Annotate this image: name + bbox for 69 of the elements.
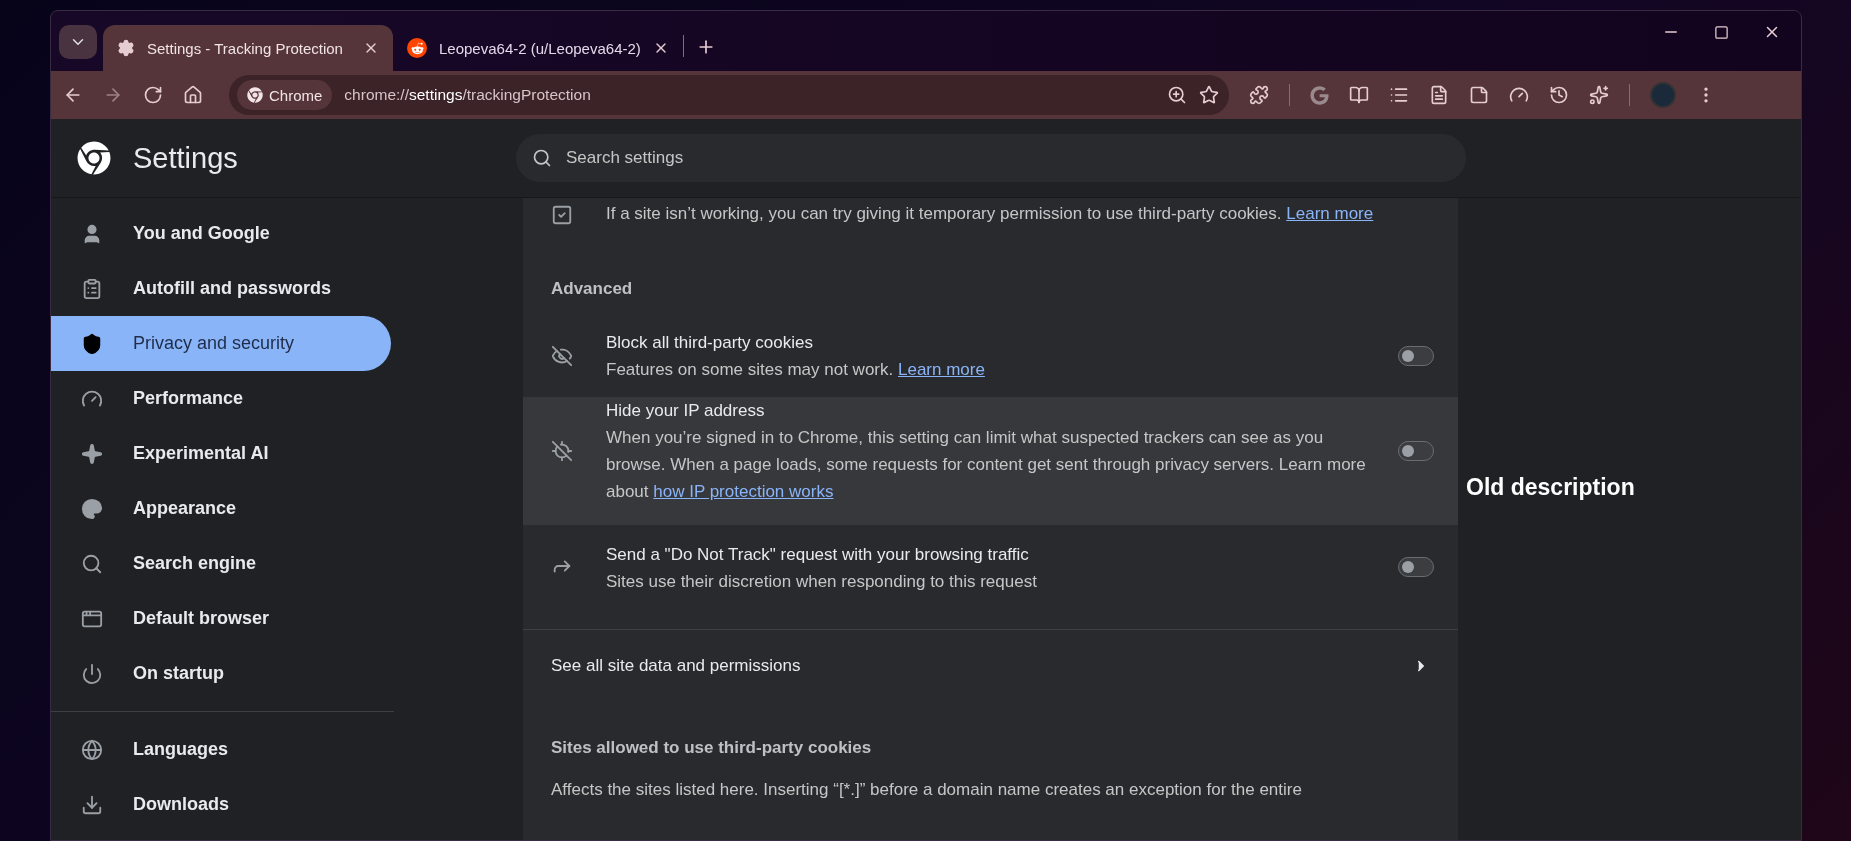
sidebar-item[interactable]: Privacy and security [51,316,391,371]
section-title: Advanced [550,278,634,300]
sidebar-item[interactable]: On startup [51,646,391,701]
reload-icon[interactable] [143,85,163,105]
sidebar-item[interactable]: Performance [51,371,391,426]
globe-icon [81,738,103,761]
sparkles-icon[interactable] [1589,85,1609,105]
see-all-row[interactable]: See all site data and permissions [523,630,1458,702]
sidebar-item[interactable]: Languages [51,722,391,777]
toggle-switch[interactable] [1398,441,1434,461]
gauge-icon[interactable] [1509,85,1529,105]
section-description: Affects the sites listed here. Inserting “[*.]” before a domain name creates an exception for the entire [550,779,1303,801]
setting-title: Block all third-party cookies [606,332,814,354]
crossed-crosshair-icon [551,440,573,462]
sidebar-item[interactable]: Default browser [51,591,391,646]
eye-off-icon [551,345,573,367]
setting-description: Sites use their discretion when responding to this request [606,571,1038,593]
address-bar[interactable]: Chrome chrome://settings/trackingProtection [229,75,1229,115]
site-chip[interactable]: Chrome [237,80,333,110]
sidebar-item[interactable]: Search engine [51,536,391,591]
puzzle-icon[interactable] [1249,85,1269,105]
book-icon[interactable] [1349,85,1369,105]
page-title: Settings [133,141,238,175]
tab-search-button[interactable] [59,25,97,59]
url-text: chrome://settings/trackingProtection [344,86,592,104]
sidebar-item[interactable]: You and Google [51,206,391,261]
sidebar-item[interactable]: Appearance [51,481,391,536]
search-icon [81,552,103,575]
setting-title: Send a "Do Not Track" request with your browsing traffic [606,544,1030,566]
toggle-switch[interactable] [1398,557,1434,577]
learn-more-link[interactable]: Learn more [897,360,985,379]
browser-logo-icon [247,87,263,103]
maximize-icon[interactable] [1714,23,1729,41]
g-icon[interactable] [1310,85,1329,105]
history-icon[interactable] [1549,85,1569,105]
search-field[interactable]: Search settings [516,134,1466,182]
toggle-switch[interactable] [1398,346,1434,366]
intro-text: If a site isn’t working, you can try giving it temporary permission to use third-party cookies. Learn more [606,203,1374,225]
download-icon [81,793,103,816]
list-icon[interactable] [1389,85,1409,105]
sidebar-item[interactable]: Autofill and passwords [51,261,391,316]
section-heading: Sites allowed to use third-party cookies [550,737,873,759]
setting-description: When you’re signed in to Chrome, this setting can limit what suspected trackers can see as you browse. When a page loads, some requests for content get sent through privacy servers. Learn more about how IP protection works [606,427,1367,503]
bookmark-star-icon[interactable] [1199,85,1219,105]
document-icon[interactable] [1429,85,1449,105]
checkbox-icon [551,204,573,226]
sidebar-item[interactable]: Downloads [51,777,391,832]
annotation-text: Old description [1466,474,1635,501]
sparkle-icon [81,442,103,465]
browser-tab[interactable]: Leopeva64-2 (u/Leopeva64-2) [393,25,683,71]
search-icon [532,148,552,168]
tab-title: Settings - Tracking Protection [147,39,344,57]
setting-description: Features on some sites may not work. Learn more [606,359,986,381]
palette-icon [81,497,103,520]
learn-more-link[interactable]: Learn more [1286,204,1374,223]
power-icon [81,662,103,685]
home-icon[interactable] [183,85,203,105]
gear-icon [117,39,135,57]
learn-more-link[interactable]: how IP protection works [653,482,834,501]
browser-tab[interactable]: Settings - Tracking Protection [103,25,393,71]
setting-title: Hide your IP address [606,400,766,422]
zoom-icon[interactable] [1167,85,1187,105]
shield-icon [81,332,103,355]
sidebar-item[interactable]: Experimental AI [51,426,391,481]
tab-title: Leopeva64-2 (u/Leopeva64-2) [439,39,641,57]
note-icon[interactable] [1469,85,1489,105]
browser-logo-icon [77,141,111,175]
clipboard-icon [81,277,103,300]
alien-logo-icon [407,38,427,58]
